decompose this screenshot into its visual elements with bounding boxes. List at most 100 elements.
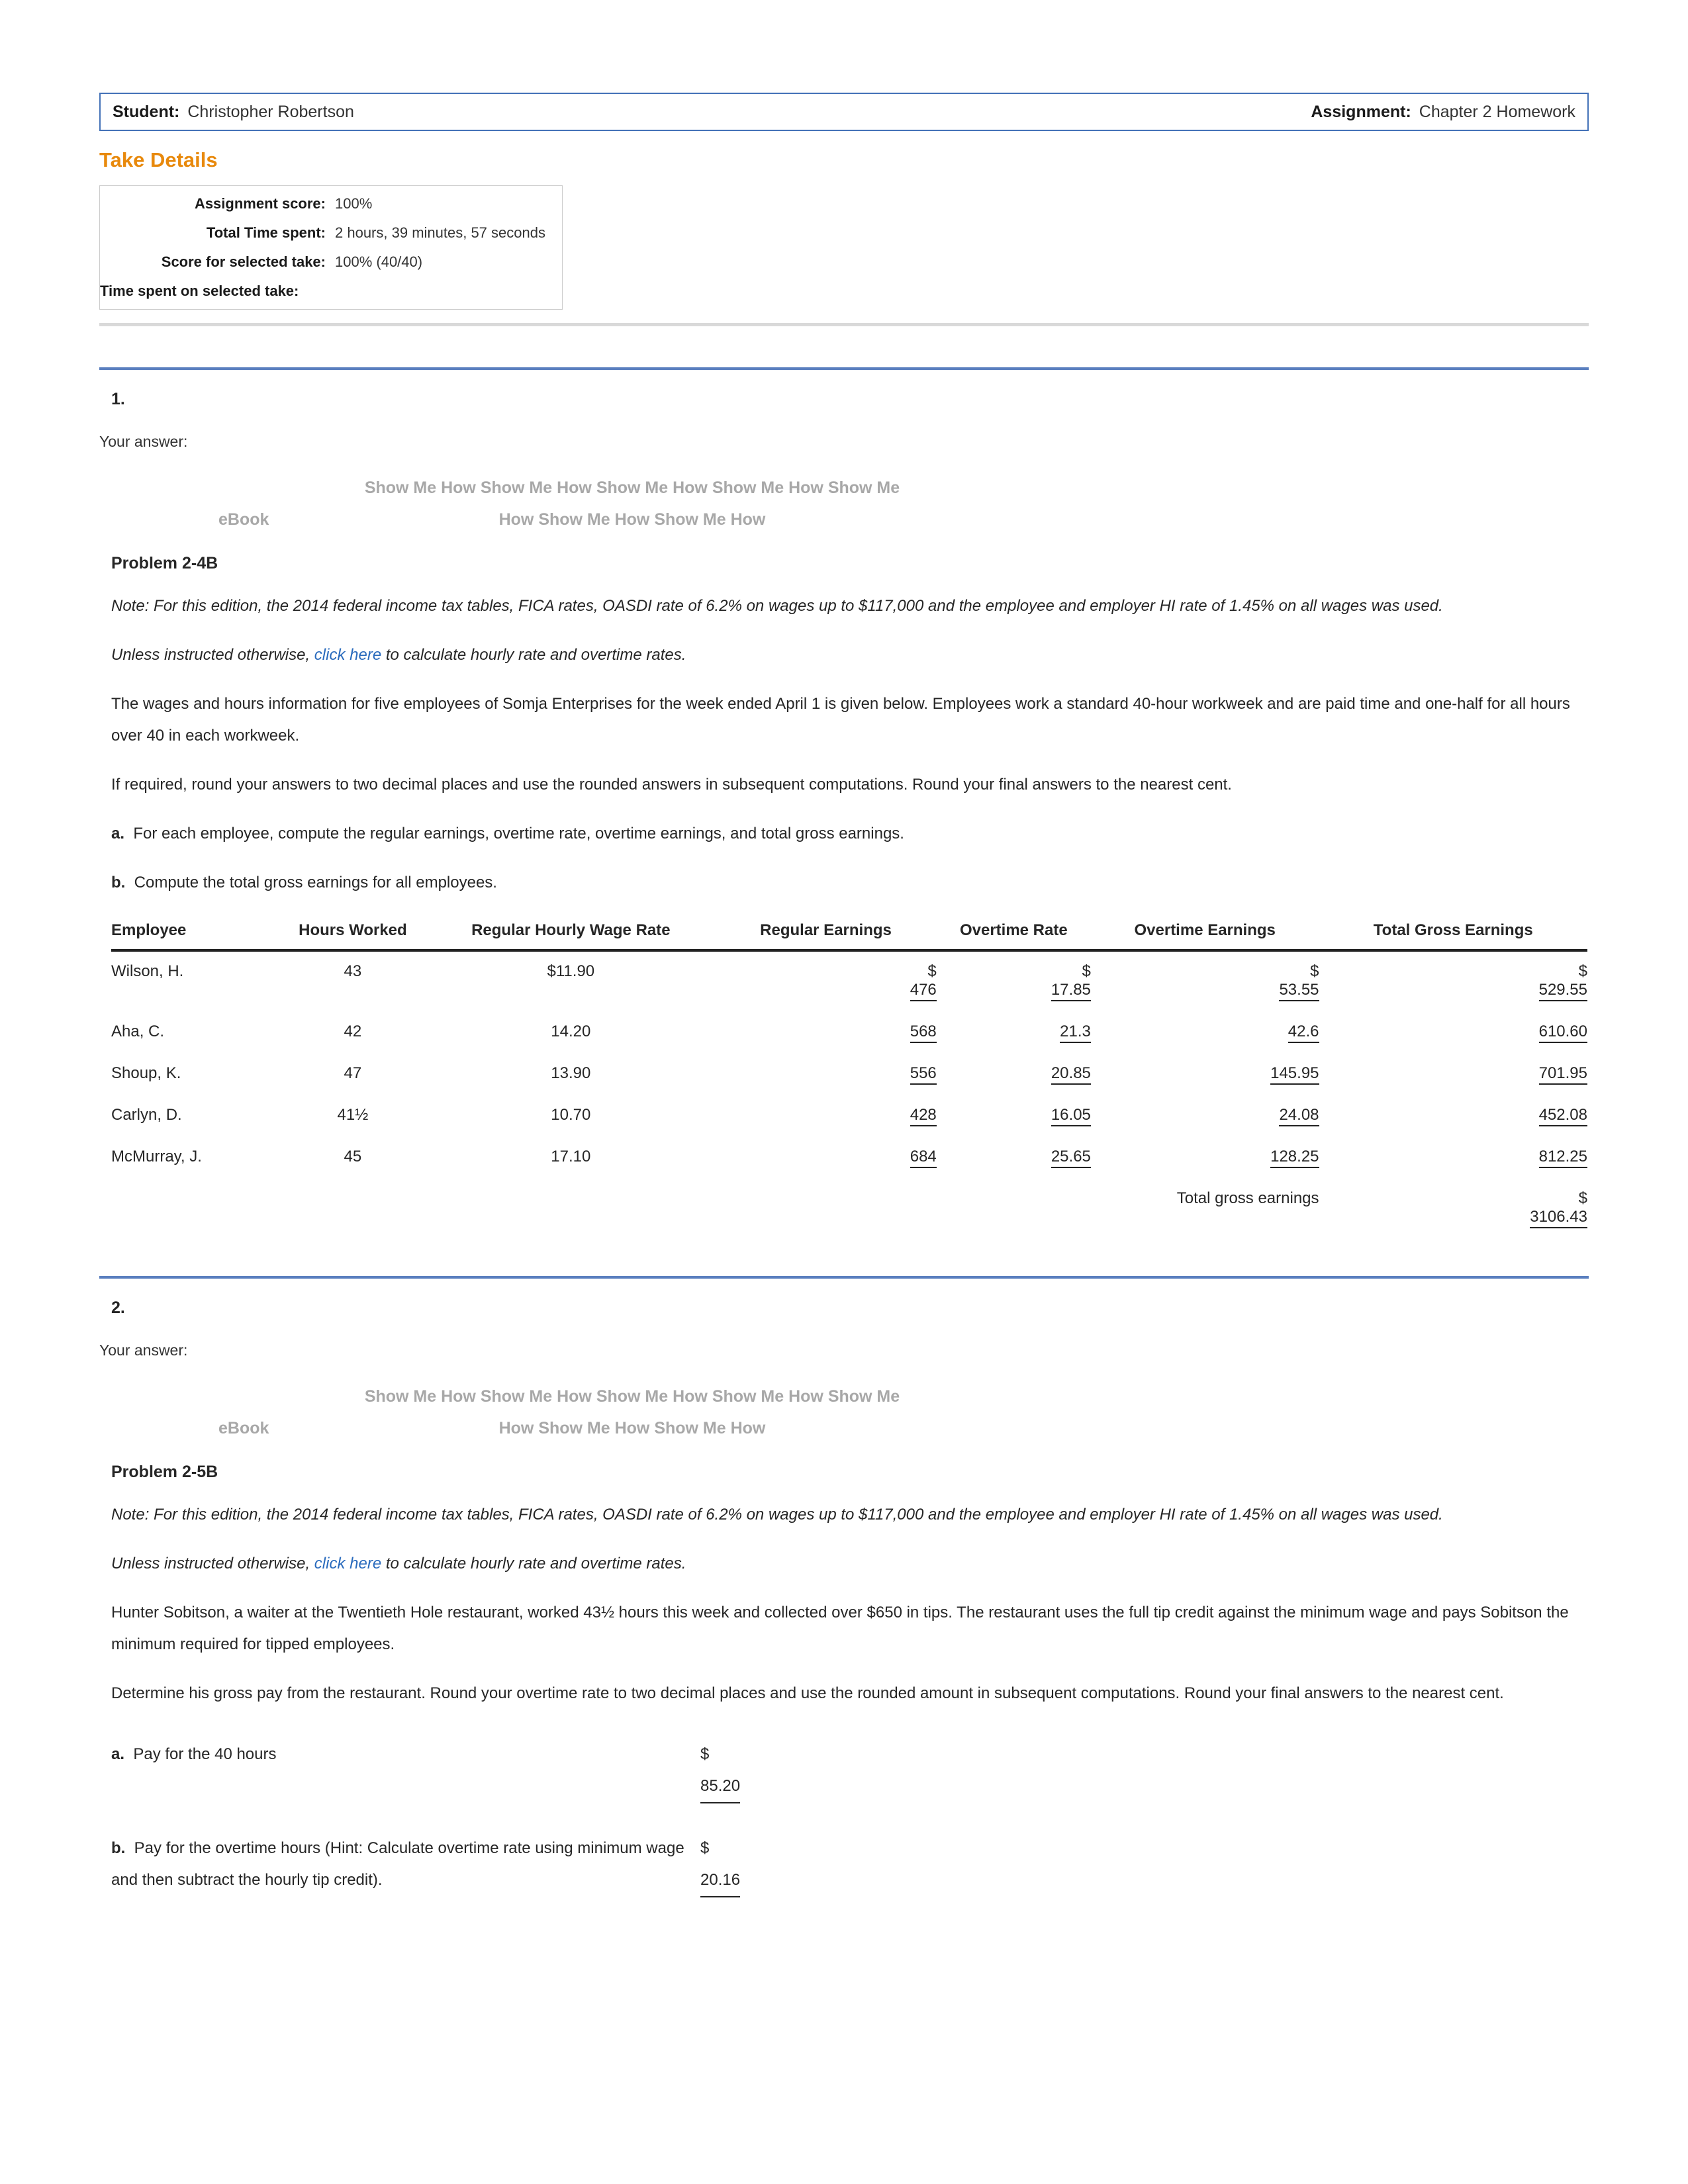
table-row: Aha, C. 42 14.20 568 21.3 42.6 610.60 [111,1012,1587,1054]
answer-value[interactable]: 53.55 [1279,981,1319,1001]
answer-value[interactable]: 24.08 [1279,1106,1319,1126]
cell-total-gross: 610.60 [1319,1012,1587,1054]
click-here-link[interactable]: click here [314,1555,381,1572]
cell-overtime-rate: 25.65 [937,1137,1091,1179]
cell-overtime-earnings: 128.25 [1091,1137,1319,1179]
part-label: Pay for the 40 hours [133,1745,277,1763]
currency-symbol: $ [1310,962,1319,980]
show-me-how-text[interactable]: Show Me How Show Me How Show Me How Show… [365,1387,900,1437]
question-block-1: 1. Your answer: Show Me How Show Me How … [99,390,1589,1239]
part-a-text: a. Pay for the 40 hours [111,1739,700,1770]
answer-value[interactable]: 20.85 [1051,1064,1091,1085]
problem-paragraph-1: Hunter Sobitson, a waiter at the Twentie… [111,1604,1569,1653]
instruction-line: Unless instructed otherwise, click here … [111,639,1587,671]
answer-value[interactable]: 568 [910,1023,937,1043]
answer-value[interactable]: 85.20 [700,1770,741,1803]
detail-row-time-spent-selected-take: Time spent on selected take: [100,283,554,300]
take-details-title: Take Details [99,148,218,171]
answer-value[interactable]: 684 [910,1148,937,1168]
cell-regular-earnings: 556 [715,1054,937,1095]
answer-value[interactable]: 16.05 [1051,1106,1091,1126]
cell-rate: 17.10 [551,1148,591,1165]
cell-hours: 43 [344,962,362,980]
cell-overtime-earnings: 24.08 [1091,1095,1319,1137]
ebook-link[interactable]: eBook [218,504,269,535]
item-marker: b. [111,874,126,891]
cell-employee: Shoup, K. [111,1064,181,1082]
part-b-text: b. Pay for the overtime hours (Hint: Cal… [111,1833,700,1896]
answer-value[interactable]: 17.85 [1051,981,1091,1001]
col-total-gross-earnings: Total Gross Earnings [1319,921,1587,952]
part-label: Pay for the overtime hours (Hint: Calcul… [111,1839,684,1889]
question-divider-blue-1 [99,367,1589,370]
col-overtime-rate: Overtime Rate [936,921,1091,952]
question-number: 2. [111,1298,125,1317]
answer-value[interactable]: 428 [910,1106,937,1126]
detail-row-score-selected-take: Score for selected take: 100% (40/40) [100,253,554,271]
assignment-label: Assignment: [1311,102,1411,121]
cell-employee: Carlyn, D. [111,1106,182,1124]
answer-value[interactable]: 701.95 [1538,1064,1587,1085]
currency-symbol: $ [1578,962,1587,980]
answer-value[interactable]: 128.25 [1270,1148,1319,1168]
cell-hours: 41½ [337,1106,369,1124]
cell-total-gross: $ 529.55 [1319,950,1587,1012]
show-me-how-links-2[interactable]: Show Me How Show Me How Show Me How Show… [218,1381,914,1444]
cell-total-gross: 812.25 [1319,1137,1587,1179]
item-marker: a. [111,825,125,842]
problem-item-b: b. Compute the total gross earnings for … [111,867,1587,899]
total-gross-earnings-label: Total gross earnings [1176,1189,1319,1207]
currency-symbol: $ [700,1839,710,1857]
question-number: 1. [111,390,125,408]
assignment-info: Assignment: Chapter 2 Homework [1311,103,1575,122]
show-me-how-links-1[interactable]: Show Me How Show Me How Show Me How Show… [218,472,914,535]
answer-value[interactable]: 25.65 [1051,1148,1091,1168]
answer-value[interactable]: 3106.43 [1530,1208,1587,1228]
problem-note: Note: For this edition, the 2014 federal… [111,597,1443,615]
cell-overtime-earnings: 145.95 [1091,1054,1319,1095]
answer-value[interactable]: 610.60 [1538,1023,1587,1043]
section-divider-grey [99,323,1589,326]
answer-value[interactable]: 452.08 [1538,1106,1587,1126]
answer-value[interactable]: 476 [910,981,937,1001]
cell-overtime-rate: $ 17.85 [937,950,1091,1012]
total-gross-earnings-value: $ 3106.43 [1319,1179,1587,1239]
instruction-pre: Unless instructed otherwise, [111,646,314,664]
cell-employee: McMurray, J. [111,1148,202,1165]
cell-rate: 13.90 [551,1064,591,1082]
instruction-post: to calculate hourly rate and overtime ra… [381,1555,686,1572]
answer-value[interactable]: 21.3 [1060,1023,1091,1043]
cell-overtime-rate: 16.05 [937,1095,1091,1137]
instruction-post: to calculate hourly rate and overtime ra… [381,646,686,664]
cell-total-gross: 701.95 [1319,1054,1587,1095]
cell-regular-earnings: 428 [715,1095,937,1137]
problem-title: Problem 2-4B [111,554,218,572]
part-marker: a. [111,1745,125,1763]
your-answer-label: Your answer: [99,433,188,450]
problem-paragraph-1: The wages and hours information for five… [111,695,1570,745]
cell-hours: 47 [344,1064,362,1082]
problem-title: Problem 2-5B [111,1463,218,1481]
currency-symbol: $ [927,962,937,980]
answer-value[interactable]: 42.6 [1288,1023,1319,1043]
table-row: Carlyn, D. 41½ 10.70 428 16.05 24.08 452… [111,1095,1587,1137]
answer-value[interactable]: 145.95 [1270,1064,1319,1085]
earnings-table: Employee Hours Worked Regular Hourly Wag… [111,921,1587,1239]
answer-value[interactable]: 812.25 [1538,1148,1587,1168]
answer-value[interactable]: 556 [910,1064,937,1085]
detail-label: Total Time spent: [206,224,326,241]
student-name: Christopher Robertson [187,102,354,121]
ebook-link[interactable]: eBook [218,1412,269,1444]
answer-value[interactable]: 20.16 [700,1864,741,1897]
detail-value: 100% (40/40) [335,253,423,270]
cell-hours: 45 [344,1148,362,1165]
click-here-link[interactable]: click here [314,646,381,664]
page-root: Student: Christopher Robertson Assignmen… [0,0,1688,1897]
assignment-name: Chapter 2 Homework [1419,102,1575,121]
cell-regular-earnings: $ 476 [715,950,937,1012]
answer-value[interactable]: 529.55 [1538,981,1587,1001]
student-label: Student: [113,102,180,121]
detail-value: 2 hours, 39 minutes, 57 seconds [335,224,545,241]
your-answer-label: Your answer: [99,1342,188,1359]
show-me-how-text[interactable]: Show Me How Show Me How Show Me How Show… [365,478,900,529]
